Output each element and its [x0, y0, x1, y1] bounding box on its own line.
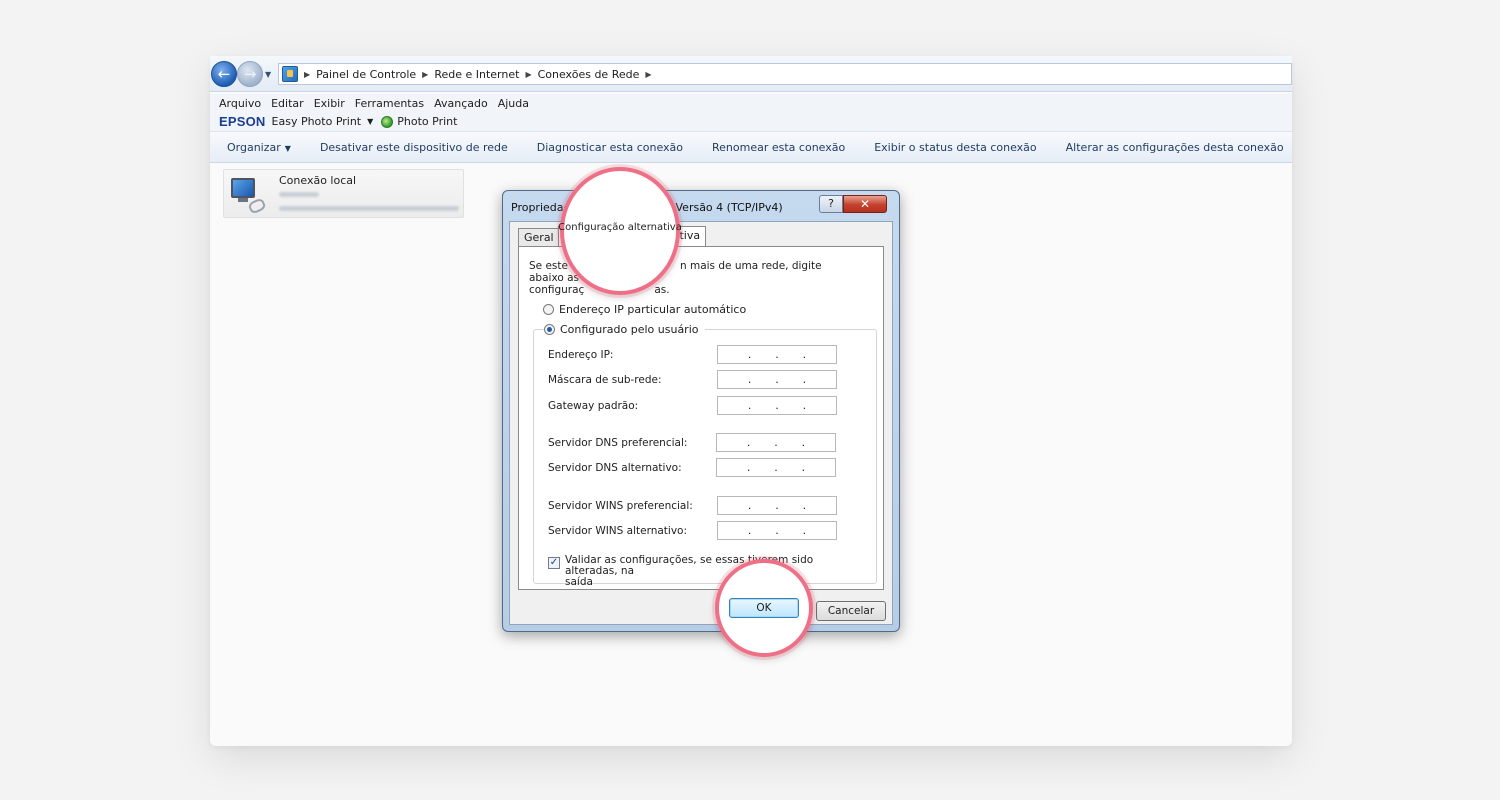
chevron-down-icon[interactable]: ▼ — [367, 117, 373, 126]
wins-alternate-label: Servidor WINS alternativo: — [548, 525, 688, 537]
connection-item-local[interactable]: Conexão local — [223, 169, 464, 218]
easy-photo-print-button[interactable]: Easy Photo Print — [272, 115, 362, 128]
photo-print-icon — [381, 115, 394, 128]
breadcrumb-item-control-panel[interactable]: Painel de Controle — [316, 68, 416, 81]
organize-button[interactable]: Organizar ▼ — [227, 141, 291, 154]
connections-list: Conexão local Propriedad Versão 4 (TCP/IP… — [210, 164, 1292, 746]
dns-preferred-input[interactable]: ... — [716, 433, 836, 452]
menu-help[interactable]: Ajuda — [498, 97, 529, 110]
tab-general[interactable]: Geral — [518, 228, 560, 246]
ip-address-input[interactable]: ... — [717, 345, 837, 364]
address-field[interactable]: ▶ Painel de Controle ▶ Rede e Internet ▶… — [278, 63, 1292, 85]
dns-preferred-label: Servidor DNS preferencial: — [548, 437, 688, 449]
epson-logo: EPSON — [219, 114, 266, 129]
forward-button[interactable]: → — [237, 61, 263, 87]
gateway-label: Gateway padrão: — [548, 400, 639, 412]
dns-alternate-input[interactable]: ... — [716, 458, 836, 477]
radio-user-configured[interactable]: Configurado pelo usuário — [544, 323, 705, 336]
change-settings-button[interactable]: Alterar as configurações desta conexão — [1066, 141, 1284, 154]
back-button[interactable]: ← — [211, 61, 237, 87]
highlight-alternate-tab: Configuração alternativa — [558, 167, 682, 295]
photo-print-button[interactable]: Photo Print — [397, 115, 457, 128]
breadcrumb-item-network-connections[interactable]: Conexões de Rede — [538, 68, 640, 81]
radio-user-configured-label: Configurado pelo usuário — [560, 323, 699, 336]
menu-file[interactable]: Arquivo — [219, 97, 261, 110]
cancel-button[interactable]: Cancelar — [816, 601, 886, 621]
connection-status-blurred — [279, 192, 319, 197]
breadcrumb-separator-icon[interactable]: ▶ — [304, 70, 310, 79]
validate-checkbox[interactable]: ✓ — [548, 557, 560, 569]
network-connection-icon — [229, 176, 267, 215]
wins-preferred-input[interactable]: ... — [717, 496, 837, 515]
menu-bar: Arquivo Editar Exibir Ferramentas Avança… — [210, 94, 1292, 112]
address-bar: ← → ▼ ▶ Painel de Controle ▶ Rede e Inte… — [210, 56, 1292, 92]
disable-device-button[interactable]: Desativar este dispositivo de rede — [320, 141, 508, 154]
breadcrumb-separator-icon[interactable]: ▶ — [645, 70, 651, 79]
menu-tools[interactable]: Ferramentas — [355, 97, 424, 110]
radio-automatic-ip[interactable]: Endereço IP particular automático — [543, 303, 746, 316]
highlight-ok-button: OK — [715, 559, 813, 657]
user-configured-group: Configurado pelo usuário Endereço IP: ..… — [533, 323, 877, 588]
alternate-config-panel: Se este n mais de uma rede, digite abaixo… — [518, 246, 884, 590]
gateway-input[interactable]: ... — [717, 396, 837, 415]
validate-label-line2: saída — [565, 576, 593, 588]
epson-toolbar: EPSON Easy Photo Print ▼ Photo Print — [210, 112, 1292, 132]
close-button[interactable]: ✕ — [843, 195, 887, 213]
radio-automatic-ip-label: Endereço IP particular automático — [559, 303, 747, 316]
ip-address-label: Endereço IP: — [548, 349, 614, 361]
validate-on-exit-option[interactable]: ✓ Validar as configurações, se essas tiv… — [548, 555, 868, 588]
history-dropdown-icon[interactable]: ▼ — [265, 70, 271, 79]
subnet-mask-input[interactable]: ... — [717, 370, 837, 389]
control-panel-icon — [282, 66, 298, 82]
description-line1-start: Se este — [529, 260, 568, 272]
rename-connection-button[interactable]: Renomear esta conexão — [712, 141, 845, 154]
breadcrumb-item-network-internet[interactable]: Rede e Internet — [434, 68, 519, 81]
diagnose-connection-button[interactable]: Diagnosticar esta conexão — [537, 141, 683, 154]
dialog-body: Geral Configuração alternativa Se esten … — [509, 221, 893, 625]
command-bar: Organizar ▼ Desativar este dispositivo de… — [210, 133, 1292, 163]
view-status-button[interactable]: Exibir o status desta conexão — [874, 141, 1036, 154]
dns-alternate-label: Servidor DNS alternativo: — [548, 462, 682, 474]
wins-preferred-label: Servidor WINS preferencial: — [548, 500, 693, 512]
chevron-down-icon: ▼ — [284, 144, 291, 153]
description-line2-end: as. — [654, 284, 670, 296]
validate-label: Validar as configurações, se essas tiver… — [565, 555, 868, 588]
connection-adapter-blurred — [279, 206, 459, 211]
wins-alternate-input[interactable]: ... — [717, 521, 837, 540]
dialog-title-end: Versão 4 (TCP/IPv4) — [675, 201, 783, 214]
highlight-tab-label: Configuração alternativa — [558, 222, 682, 233]
highlight-ok-label[interactable]: OK — [729, 598, 799, 618]
breadcrumb: ▶ Painel de Controle ▶ Rede e Internet ▶… — [298, 68, 658, 81]
menu-advanced[interactable]: Avançado — [434, 97, 488, 110]
forward-arrow-icon: → — [243, 64, 257, 83]
radio-button-off[interactable] — [543, 304, 554, 315]
menu-edit[interactable]: Editar — [271, 97, 304, 110]
help-button[interactable]: ? — [819, 195, 843, 213]
ipv4-properties-dialog: Propriedad Versão 4 (TCP/IPv4) ? ✕ Geral … — [502, 190, 900, 632]
breadcrumb-separator-icon[interactable]: ▶ — [525, 70, 531, 79]
description-line2-start: configuraç — [529, 284, 585, 296]
connection-title: Conexão local — [279, 174, 357, 187]
breadcrumb-separator-icon[interactable]: ▶ — [422, 70, 428, 79]
subnet-mask-label: Máscara de sub-rede: — [548, 374, 662, 386]
back-arrow-icon: ← — [217, 64, 231, 83]
menu-view[interactable]: Exibir — [314, 97, 345, 110]
organize-label: Organizar — [227, 141, 281, 154]
radio-button-on[interactable] — [544, 324, 555, 335]
